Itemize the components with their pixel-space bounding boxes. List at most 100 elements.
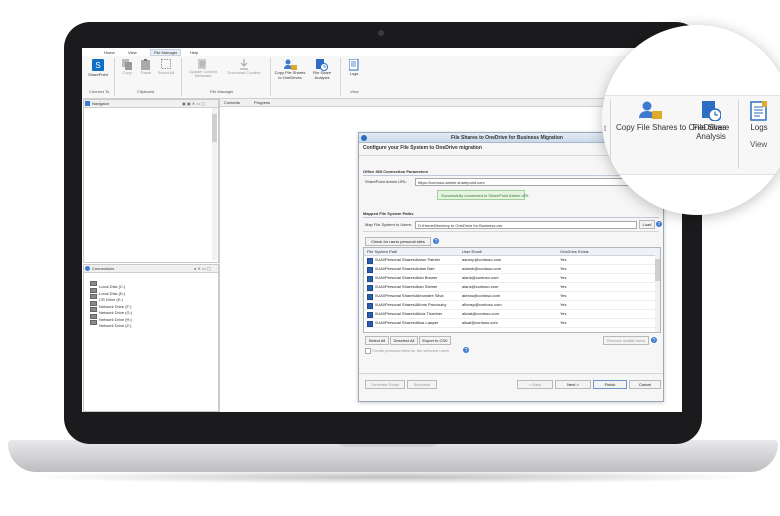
help-icon[interactable]: ? [651,337,657,343]
row-checkbox[interactable] [367,257,373,264]
sharepoint-button[interactable]: S SharePoint [88,59,108,77]
drive-icon [90,320,97,326]
svg-text:S: S [95,61,100,70]
panel-controls-icon[interactable]: ▣ ▣ ✕ ▭ ▢ [182,101,205,106]
divider [359,373,663,374]
select-all-rows-button[interactable]: Select All [365,336,389,345]
section-connection-title: Office 365 Connection Parameters [363,169,429,174]
tab-progress[interactable]: Progress [254,100,270,105]
cell-onedrive: Yes [560,284,567,289]
schedule-button[interactable]: Schedule [407,380,437,389]
table-row[interactable]: \\UAI\Personal Shares\Alexandre Silva ale… [364,292,656,301]
cell-onedrive: Yes [560,293,567,298]
select-all-button[interactable]: Select All [157,59,175,75]
table-row[interactable]: \\UAI\Personal Shares\Aaron Painter aaron… [364,256,656,265]
col-header-path[interactable]: File System Path [367,249,397,254]
table-row[interactable]: \\UAI\Personal Shares\Alan Steiner alans@… [364,283,656,292]
divider [363,175,659,176]
row-checkbox[interactable] [367,320,373,327]
tab-help[interactable]: Help [190,50,198,55]
navigator-icon [85,101,90,106]
row-checkbox[interactable] [367,293,373,300]
ribbon: S SharePoint Connect To Copy Paste Selec… [82,56,682,99]
logs-button[interactable]: Logs [346,59,362,76]
generate-script-button[interactable]: Generate Script [365,380,405,389]
create-sites-checkbox[interactable] [365,348,371,354]
group-label-clipboard: Clipboard [137,89,155,94]
laptop-camera [378,30,384,36]
tab-home[interactable]: Home [104,50,115,55]
cell-path: \\UAI\Personal Shares\Alisa Lawyer [375,320,439,325]
copy-button[interactable]: Copy [120,59,134,75]
connection-item[interactable]: Network Drive (F:) [90,295,131,309]
cell-email: aliciat@contoso.com [462,311,499,316]
dialog-subtitle: Configure your File System to OneDrive m… [363,145,482,151]
table-row[interactable]: \\UAI\Personal Shares\Alicia Thomber alic… [364,310,656,319]
table-row[interactable]: \\UAI\Personal Shares\Alisa Lawyer alisal… [364,319,656,328]
connection-item[interactable]: Network Drive (H:) [90,308,132,322]
help-icon[interactable]: ? [656,221,662,227]
group-label-view: View [350,89,359,94]
deselect-all-button[interactable]: Deselect All [390,336,418,345]
zoom-copy-file-shares-button[interactable]: Copy File Shares to OneDrives [616,101,726,132]
back-button[interactable]: < Back [517,380,553,389]
col-header-onedrive[interactable]: OneDrive Exists [560,249,589,254]
divider [363,217,659,218]
tab-contents[interactable]: Contents [224,100,240,105]
connection-success-badge: Successfully connected to SharePoint Adm… [437,190,530,200]
connections-panel: Connections ● ✕ ▭ ▢ Local Disk (C:) Local… [83,264,219,412]
panel-controls-icon[interactable]: ● ✕ ▭ ▢ [194,266,211,271]
zoom-file-share-analysis-button[interactable]: File Share Analysis [688,101,734,141]
cell-path: \\UAI\Personal Shares\Alan Steiner [375,284,438,289]
tab-view[interactable]: View [128,50,137,55]
row-checkbox[interactable] [367,266,373,273]
download-content-button[interactable]: Download Content [224,59,264,75]
connection-item[interactable]: Local Disk (D:) [90,282,125,296]
connection-label: Network Drive (Z:) [99,323,132,328]
col-header-email[interactable]: User Email [462,249,482,254]
cell-onedrive: Yes [560,257,567,262]
connection-item[interactable]: Network Drive (Z:) [90,314,131,328]
table-row[interactable]: \\UAI\Personal Shares\Alfons Parovszky al… [364,301,656,310]
paste-button[interactable]: Paste [139,59,153,75]
row-checkbox[interactable] [367,275,373,282]
update-content-metadata-button[interactable]: Update Content Metadata [185,59,221,78]
divider [738,99,739,169]
map-users-label: Map File System to Users: [365,222,412,227]
group-divider [181,58,182,96]
help-icon[interactable]: ? [463,347,469,353]
table-row[interactable]: \\UAI\Personal Shares\Alan Brewer alanb@c… [364,274,656,283]
table-scrollbar[interactable] [655,255,660,332]
copy-file-shares-button[interactable]: Copy File Shares to OneDrives [274,59,306,80]
export-csv-button[interactable]: Export to CSV [419,336,451,345]
finish-button[interactable]: Finish [593,380,627,389]
tab-file-manager[interactable]: File Manager [150,49,182,56]
cell-email: alfonsp@contoso.com [462,302,502,307]
file-share-analysis-button[interactable]: File Share Analysis [310,59,334,80]
next-button[interactable]: Next > [555,380,591,389]
row-checkbox[interactable] [367,284,373,291]
cancel-button[interactable]: Cancel [629,380,661,389]
navigator-title: Navigator [92,101,110,106]
svg-text:?: ? [658,222,661,227]
admin-url-label: SharePoint Admin URL: [365,179,408,184]
check-personal-sites-button[interactable]: Check for users personal sites [365,237,431,246]
admin-url-input[interactable]: https://contoso-admin.sharepoint.com [415,178,633,186]
connection-item[interactable]: Local Disk (C:) [90,275,125,289]
table-row[interactable]: \\UAI\Personal Shares\Adam Barr adamb@con… [364,265,656,274]
load-button[interactable]: Load [639,220,655,229]
connection-item[interactable]: CR Drive (E:) [90,288,123,302]
zoom-group-label-view: View [750,140,768,149]
copy-file-shares-icon [639,101,662,119]
zoom-logs-button[interactable]: Logs [746,101,772,132]
row-checkbox[interactable] [367,302,373,309]
remove-invalid-users-button[interactable]: Remove invalid users [603,336,649,345]
svg-text:?: ? [653,338,656,343]
connections-icon [85,266,90,271]
navigator-scrollbar[interactable] [212,108,217,260]
map-users-input[interactable]: D:\HomeDirectory to OneDrive for Busines… [415,221,637,229]
row-checkbox[interactable] [367,311,373,318]
logs-icon [750,101,767,121]
help-icon[interactable]: ? [433,238,439,244]
connection-item[interactable]: Network Drive (G:) [90,301,132,315]
